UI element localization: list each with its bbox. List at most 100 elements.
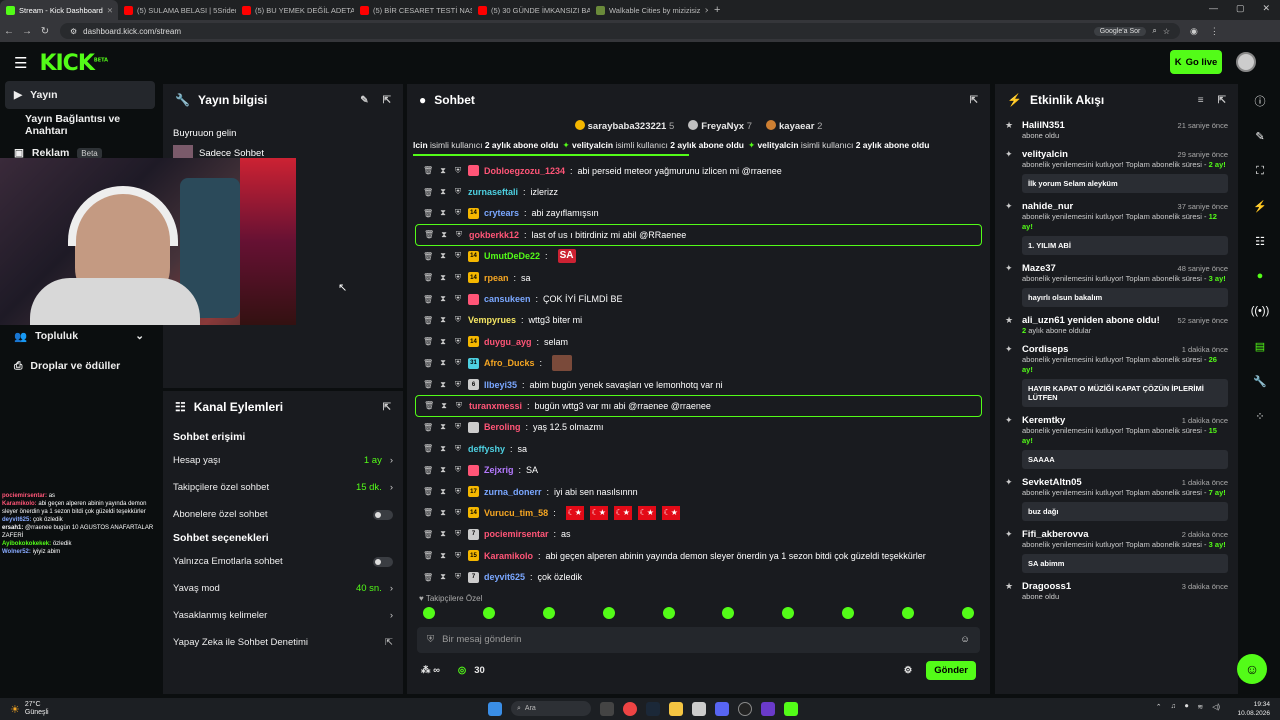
trash-icon[interactable]: 🗑 (423, 380, 433, 389)
activity-event[interactable]: ✦ Maze37 48 saniye önce abonelik yenilemesi… (995, 259, 1238, 311)
reload-icon[interactable]: ↻ (36, 26, 54, 37)
trash-icon[interactable]: 🗑 (423, 423, 433, 432)
sidebar-item-yayin[interactable]: ▶ Yayın (5, 81, 155, 109)
popout-icon[interactable]: ⇱ (970, 95, 978, 106)
trash-icon[interactable]: 🗑 (423, 551, 433, 560)
profile-icon[interactable]: ◉ (1190, 26, 1198, 37)
new-tab-icon[interactable]: + (708, 4, 726, 16)
ban-icon[interactable]: ⛨ (453, 380, 463, 390)
trash-icon[interactable]: 🗑 (423, 487, 433, 496)
ban-icon[interactable]: ⛨ (453, 166, 463, 176)
chat-username[interactable]: deyvit625 (484, 572, 525, 582)
clipboard-icon[interactable]: ☷ (1248, 232, 1272, 250)
timeout-icon[interactable]: ⧗ (438, 551, 448, 561)
channel-setting-row[interactable]: Hesap yaşı 1 ay › (163, 447, 403, 474)
chat-input[interactable]: ⛨ Bir mesaj gönderin ☺ (417, 626, 980, 653)
ban-icon[interactable]: ⛨ (453, 358, 463, 368)
timeout-icon[interactable]: ⧗ (438, 465, 448, 475)
folder-icon[interactable] (669, 701, 683, 716)
emote-icon[interactable] (961, 606, 974, 619)
emote-icon[interactable] (722, 606, 735, 619)
speaker-icon[interactable]: ◁) (1212, 703, 1220, 711)
trash-icon[interactable]: 🗑 (423, 316, 433, 325)
timeout-icon[interactable]: ⧗ (438, 487, 448, 497)
sidebar-item-droplar[interactable]: ⎙ Droplar ve ödüller (0, 352, 160, 380)
ban-icon[interactable]: ⛨ (453, 208, 463, 218)
avatar[interactable] (1236, 52, 1256, 72)
browser-tab[interactable]: (5) SULAMA BELASI | 5Sriders |✕ (118, 0, 236, 20)
channel-setting-row[interactable]: Yapay Zeka ile Sohbet Denetimi ⇱ (163, 629, 403, 656)
headphones-icon[interactable]: ♫ (1171, 703, 1176, 711)
wifi-icon[interactable]: ≋ (1197, 703, 1203, 711)
sidebar-item-yayin-baglantisi[interactable]: Yayın Bağlantısı ve Anahtarı (0, 111, 160, 139)
timeout-icon[interactable]: ⧗ (438, 444, 448, 454)
timeout-icon[interactable]: ⧗ (438, 208, 448, 218)
top-gifter[interactable]: saraybaba323221 5 (574, 120, 674, 132)
channel-setting-row[interactable]: Yavaş mod 40 sn. › (163, 575, 403, 602)
timeout-icon[interactable]: ⧗ (438, 572, 448, 582)
emoji-icon[interactable]: ☺ (960, 634, 970, 645)
chat-username[interactable]: Dobloegzozu_1234 (484, 166, 565, 176)
ban-icon[interactable]: ⛨ (453, 337, 463, 347)
chat-message[interactable]: 🗑 ⧗ ⛨ 7 pociemirsentar: as (415, 524, 982, 545)
zoom-icon[interactable]: ⌕ (1152, 26, 1156, 36)
obs-icon[interactable] (738, 701, 752, 716)
chat-username[interactable]: Karamikolo (484, 551, 533, 561)
sidebar-item-topluluk[interactable]: 👥 Topluluk ⌄ (0, 322, 160, 350)
ban-icon[interactable]: ⛨ (453, 315, 463, 325)
chat-message[interactable]: 🗑 ⧗ ⛨ zurnaseftali: izlerizz (415, 181, 982, 202)
trash-icon[interactable]: 🗑 (423, 166, 433, 175)
channel-setting-row[interactable]: Abonelere özel sohbet (163, 501, 403, 528)
forward-icon[interactable]: → (18, 26, 36, 37)
minimize-icon[interactable]: — (1209, 3, 1218, 14)
activity-event[interactable]: ✦ SevketAltn05 1 dakika önce abonelik yenil… (995, 473, 1238, 525)
chat-username[interactable]: zurnaseftali (468, 187, 518, 197)
app-icon[interactable] (761, 701, 775, 716)
chat-message[interactable]: 🗑 ⧗ ⛨ 14 UmutDeDe22: SA (415, 246, 982, 267)
layout-icon[interactable]: ▤ (1248, 337, 1272, 355)
chat-username[interactable]: crytears (484, 208, 519, 218)
activity-event[interactable]: ✦ Keremtky 1 dakika önce abonelik yenilemes… (995, 411, 1238, 473)
ban-icon[interactable]: ⛨ (454, 230, 464, 240)
activity-event[interactable]: ★ HalilN351 21 saniye önce abone oldu (995, 116, 1238, 145)
url-field[interactable]: ⚙ dashboard.kick.com/stream Google'a Sor… (60, 23, 1180, 39)
activity-event[interactable]: ✦ Fifi_akberovva 2 dakika önce abonelik yen… (995, 525, 1238, 577)
emote-icon[interactable] (542, 606, 555, 619)
chat-message[interactable]: 🗑 ⧗ ⛨ 14 duygu_ayg: selam (415, 331, 982, 352)
infinity-icon[interactable]: ⁂ ∞ (421, 665, 440, 676)
timeout-icon[interactable]: ⧗ (438, 315, 448, 325)
close-icon[interactable]: ✕ (1262, 3, 1270, 14)
chat-message[interactable]: 🗑 ⧗ ⛨ cansukeen: ÇOK İYİ FİLMDİ BE (415, 288, 982, 309)
timeout-icon[interactable]: ⧗ (438, 166, 448, 176)
chat-username[interactable]: Zejxrig (484, 465, 514, 475)
discord-icon[interactable] (715, 701, 729, 716)
trash-icon[interactable]: 🗑 (423, 530, 433, 539)
chat-username[interactable]: zurna_donerr (484, 487, 542, 497)
ban-icon[interactable]: ⛨ (453, 465, 463, 475)
task-view-icon[interactable] (600, 701, 614, 716)
chat-message[interactable]: 🗑 ⧗ ⛨ gokberkk12: last of us ı bitirdiniz mi… (415, 224, 982, 246)
channel-setting-row[interactable]: Yasaklanmış kelimeler › (163, 602, 403, 629)
chat-bubble-icon[interactable]: ● (1248, 267, 1272, 285)
emote-icon[interactable] (423, 606, 435, 619)
info-icon[interactable]: ⓘ (1248, 92, 1272, 110)
chat-message[interactable]: 🗑 ⧗ ⛨ 7 deyvit625: çok özledik (415, 566, 982, 587)
ban-icon[interactable]: ⛨ (453, 551, 463, 561)
timeout-icon[interactable]: ⧗ (439, 401, 449, 411)
trash-icon[interactable]: 🗑 (423, 295, 433, 304)
timeout-icon[interactable]: ⧗ (438, 273, 448, 283)
timeout-icon[interactable]: ⧗ (438, 380, 448, 390)
chat-username[interactable]: turanxmessi (469, 401, 522, 411)
chat-username[interactable]: Beroling (484, 422, 521, 432)
timeout-icon[interactable]: ⧗ (438, 294, 448, 304)
kick-logo[interactable]: KICKBETA (39, 51, 108, 76)
shield-icon[interactable]: ⛨ (427, 634, 434, 645)
emote-icon[interactable] (782, 606, 795, 619)
timeout-icon[interactable]: ⧗ (438, 337, 448, 347)
trash-icon[interactable]: 🗑 (423, 209, 433, 218)
chat-username[interactable]: pociemirsentar (484, 529, 549, 539)
browser-tab[interactable]: (5) 30 GÜNDE İMKANSIZI BAŞA✕ (472, 0, 590, 20)
top-gifter[interactable]: FreyaNyx 7 (688, 120, 752, 132)
timeout-icon[interactable]: ⧗ (438, 251, 448, 261)
ban-icon[interactable]: ⛨ (454, 401, 464, 411)
